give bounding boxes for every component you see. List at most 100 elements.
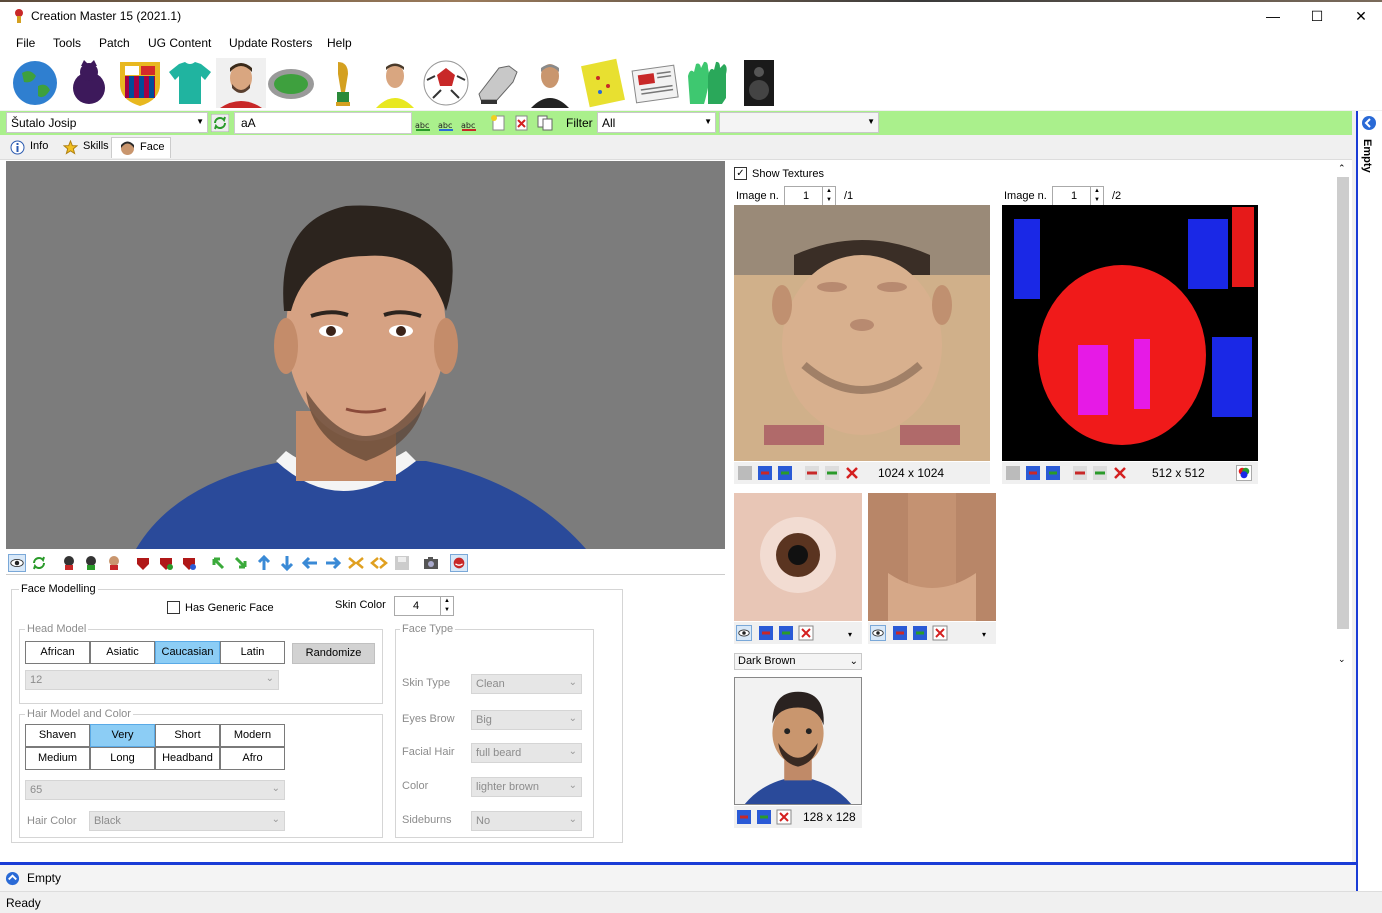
color-select[interactable]: lighter brown ⌄ (471, 777, 582, 797)
menu-tools[interactable]: Tools (53, 36, 81, 50)
abc-icon[interactable]: abc (414, 114, 432, 132)
maximize-button[interactable]: ☐ (1294, 0, 1340, 32)
menu-ug-content[interactable]: UG Content (148, 36, 211, 50)
spin-down-icon[interactable]: ▼ (822, 196, 835, 205)
arrow-up-icon[interactable] (255, 554, 273, 572)
spin-up-icon[interactable]: ▲ (822, 187, 835, 196)
head-front-icon[interactable] (60, 554, 78, 572)
eye-icon[interactable] (870, 625, 886, 641)
spin-up-icon[interactable]: ▲ (440, 597, 453, 606)
kit-icon[interactable] (165, 58, 215, 108)
menu-file[interactable]: File (16, 36, 35, 50)
zoom-out-icon[interactable] (370, 554, 388, 572)
abc-replace-icon[interactable]: abc (437, 114, 455, 132)
player-select[interactable]: Šutalo Josip ▼ (6, 112, 208, 133)
color-channels-icon[interactable] (1236, 465, 1252, 481)
case-field[interactable]: aA (234, 112, 412, 134)
hair-headband-button[interactable]: Headband (155, 747, 220, 770)
export-icon[interactable] (777, 465, 793, 481)
abc-find-icon[interactable]: abc (460, 114, 478, 132)
import-icon[interactable] (1025, 465, 1041, 481)
arrow-down-icon[interactable] (278, 554, 296, 572)
import-icon[interactable] (892, 625, 908, 641)
export-all-icon[interactable] (824, 465, 840, 481)
secondary-filter-select[interactable]: ▼ (719, 112, 879, 133)
gloves-icon[interactable] (682, 58, 732, 108)
premier-league-icon[interactable] (64, 58, 114, 108)
sideburns-select[interactable]: No ⌄ (471, 811, 582, 831)
copy-icon[interactable] (536, 114, 554, 132)
close-button[interactable]: ✕ (1338, 0, 1382, 32)
scrollbar-thumb[interactable] (1337, 177, 1349, 629)
export-icon[interactable] (1045, 465, 1061, 481)
eyes-brow-select[interactable]: Big ⌄ (471, 710, 582, 730)
hair-model-select[interactable]: 65 ⌄ (25, 780, 285, 800)
head-caucasian-button[interactable]: Caucasian (155, 641, 220, 664)
refresh-icon[interactable] (211, 114, 229, 132)
hair-color-select[interactable]: Black ⌄ (89, 811, 285, 831)
camera-icon[interactable] (422, 554, 440, 572)
head-right-icon[interactable] (105, 554, 123, 572)
collapse-icon[interactable] (1361, 115, 1377, 131)
save-icon[interactable] (1005, 465, 1021, 481)
head-toggle-icon[interactable] (450, 554, 468, 572)
player-icon[interactable] (216, 58, 266, 108)
randomize-button[interactable]: Randomize (292, 643, 375, 664)
arrow-right-icon[interactable] (324, 554, 342, 572)
head-latin-button[interactable]: Latin (220, 641, 285, 664)
import-all-icon[interactable] (1072, 465, 1088, 481)
save-disabled-icon[interactable] (393, 554, 411, 572)
eye-icon[interactable] (8, 554, 26, 572)
world-icon[interactable] (10, 58, 60, 108)
filter-select[interactable]: All ▼ (597, 112, 716, 133)
club-crest-icon[interactable] (115, 58, 165, 108)
spin-down-icon[interactable]: ▼ (1090, 196, 1103, 205)
remove-icon[interactable] (776, 809, 792, 825)
eye-color-select[interactable]: Dark Brown ⌄ (734, 653, 862, 670)
shirt-side-icon[interactable] (157, 554, 175, 572)
remove-icon[interactable] (798, 625, 814, 641)
export-icon[interactable] (912, 625, 928, 641)
skin-color-stepper[interactable]: 4 ▲ ▼ (394, 596, 454, 616)
delete-icon[interactable] (513, 114, 531, 132)
save-icon[interactable] (737, 465, 753, 481)
speaker-icon[interactable] (734, 58, 784, 108)
expand-icon[interactable]: ▾ (848, 630, 858, 640)
trophy-icon[interactable] (318, 58, 368, 108)
minimize-button[interactable]: — (1250, 0, 1296, 32)
head-left-icon[interactable] (82, 554, 100, 572)
head-model-select[interactable]: 12 ⌄ (25, 670, 279, 690)
skin-type-select[interactable]: Clean ⌄ (471, 674, 582, 694)
shirt-back-icon[interactable] (180, 554, 198, 572)
export-icon[interactable] (756, 809, 772, 825)
arrow-down-right-icon[interactable] (232, 554, 250, 572)
scroll-down-icon[interactable]: ⌄ (1338, 654, 1346, 665)
export-all-icon[interactable] (1092, 465, 1108, 481)
arrow-left-icon[interactable] (301, 554, 319, 572)
expand-icon[interactable]: ▾ (982, 630, 992, 640)
spin-down-icon[interactable]: ▼ (440, 606, 453, 615)
hair-short-button[interactable]: Short (155, 724, 220, 747)
hair-long-button[interactable]: Long (90, 747, 155, 770)
export-icon[interactable] (778, 625, 794, 641)
tab-info[interactable]: Info (2, 137, 54, 158)
hair-afro-button[interactable]: Afro (220, 747, 285, 770)
spin-up-icon[interactable]: ▲ (1090, 187, 1103, 196)
menu-update-rosters[interactable]: Update Rosters (229, 36, 312, 50)
has-generic-face-checkbox[interactable] (167, 601, 180, 614)
new-file-icon[interactable] (489, 114, 507, 132)
menu-help[interactable]: Help (327, 36, 352, 50)
head-asiatic-button[interactable]: Asiatic (90, 641, 155, 664)
referee-icon[interactable] (370, 58, 420, 108)
boots-icon[interactable] (473, 58, 523, 108)
zoom-in-icon[interactable] (347, 554, 365, 572)
tactics-board-icon[interactable] (578, 58, 628, 108)
menu-patch[interactable]: Patch (99, 36, 130, 50)
manager-icon[interactable] (525, 58, 575, 108)
expand-up-icon[interactable] (5, 871, 20, 886)
hair-medium-button[interactable]: Medium (25, 747, 90, 770)
tab-face[interactable]: Face (111, 137, 172, 158)
head-3d-viewport[interactable] (6, 161, 725, 549)
import-all-icon[interactable] (804, 465, 820, 481)
scroll-up-icon[interactable]: ⌃ (1338, 163, 1346, 174)
